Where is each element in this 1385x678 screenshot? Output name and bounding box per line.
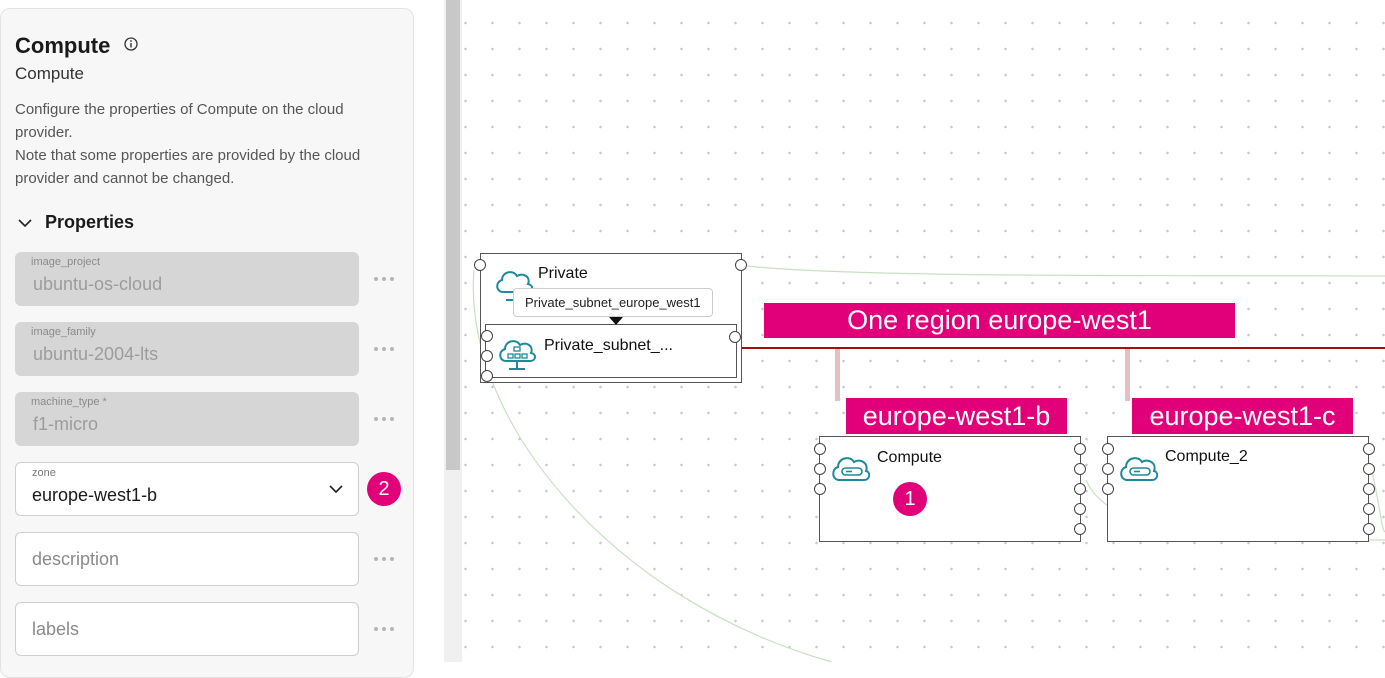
connection-port[interactable] (735, 259, 747, 271)
compute-2-label: Compute_2 (1165, 448, 1248, 465)
panel-scrollbar-thumb[interactable] (446, 0, 460, 470)
connection-port[interactable] (1102, 443, 1114, 455)
image-family-field: image_family ubuntu-2004-lts (15, 322, 359, 376)
properties-section-toggle[interactable]: Properties (15, 212, 134, 233)
connection-port[interactable] (481, 370, 493, 382)
subnet-label: Private_subnet_... (544, 337, 673, 354)
panel-description: Configure the properties of Compute on t… (15, 101, 344, 141)
compute-2-node[interactable]: Compute_2 (1107, 436, 1369, 542)
tooltip-arrow (609, 317, 623, 325)
compute-label: Compute (877, 449, 942, 466)
zone-tag-c: europe-west1-c (1132, 398, 1353, 434)
connection-port[interactable] (814, 463, 826, 475)
connection-port[interactable] (474, 259, 486, 271)
zone-select[interactable]: zone europe-west1-b (15, 462, 359, 516)
connection-port[interactable] (1074, 483, 1086, 495)
zone-tag-b: europe-west1-b (846, 398, 1067, 434)
more-options-icon[interactable] (374, 342, 394, 356)
connection-port[interactable] (1102, 483, 1114, 495)
private-network-label: Private (538, 265, 588, 282)
connection-port[interactable] (1363, 463, 1375, 475)
more-options-icon[interactable] (374, 622, 394, 636)
panel-subtitle: Compute (15, 64, 84, 83)
chevron-down-icon (329, 485, 343, 494)
connection-port[interactable] (481, 350, 493, 362)
field-value: f1-micro (33, 414, 99, 434)
field-label: image_project (31, 256, 101, 268)
compute-instance-icon (1120, 457, 1159, 481)
more-options-icon[interactable] (374, 552, 394, 566)
connection-port[interactable] (1074, 523, 1086, 535)
callout-badge-2: 2 (367, 472, 401, 506)
properties-panel: Compute Compute Configure the properties… (0, 8, 414, 678)
machine-type-field: machine_type * f1-micro (15, 392, 359, 446)
diagram-canvas[interactable]: Private Private_subnet_... Private_subne… (462, 0, 1385, 662)
field-label: zone (32, 467, 56, 479)
region-tag: One region europe-west1 (764, 303, 1235, 338)
image-project-field: image_project ubuntu-os-cloud (15, 252, 359, 306)
connection-port[interactable] (1363, 523, 1375, 535)
more-options-icon[interactable] (374, 412, 394, 426)
connection-port[interactable] (1074, 503, 1086, 515)
field-placeholder: description (32, 549, 120, 569)
chevron-down-icon (18, 218, 32, 227)
callout-badge-1: 1 (893, 482, 927, 516)
field-value: ubuntu-os-cloud (33, 274, 163, 294)
description-field[interactable]: description (15, 532, 359, 586)
subnet-node[interactable]: Private_subnet_... (485, 324, 737, 378)
info-icon[interactable] (124, 37, 138, 51)
compute-node[interactable]: Compute (819, 436, 1081, 542)
connection-port[interactable] (1363, 483, 1375, 495)
connection-port[interactable] (1102, 463, 1114, 475)
labels-field[interactable]: labels (15, 602, 359, 656)
field-label: image_family (31, 326, 96, 338)
connection-port[interactable] (814, 443, 826, 455)
connection-port[interactable] (729, 331, 741, 343)
more-options-icon[interactable] (374, 272, 394, 286)
panel-title: Compute (15, 33, 111, 58)
connection-port[interactable] (1363, 503, 1375, 515)
connection-port[interactable] (1363, 443, 1375, 455)
properties-section-title: Properties (45, 212, 135, 232)
connection-port[interactable] (1074, 463, 1086, 475)
panel-note: Note that some properties are provided b… (15, 147, 361, 187)
field-label: machine_type * (31, 396, 107, 408)
subnet-tooltip: Private_subnet_europe_west1 (513, 288, 713, 317)
subnet-icon (499, 340, 536, 370)
field-value: ubuntu-2004-lts (33, 344, 159, 364)
field-placeholder: labels (32, 619, 80, 639)
field-value: europe-west1-b (32, 485, 158, 505)
connection-port[interactable] (481, 330, 493, 342)
connection-port[interactable] (814, 483, 826, 495)
compute-instance-icon (832, 457, 871, 481)
connection-port[interactable] (1074, 443, 1086, 455)
